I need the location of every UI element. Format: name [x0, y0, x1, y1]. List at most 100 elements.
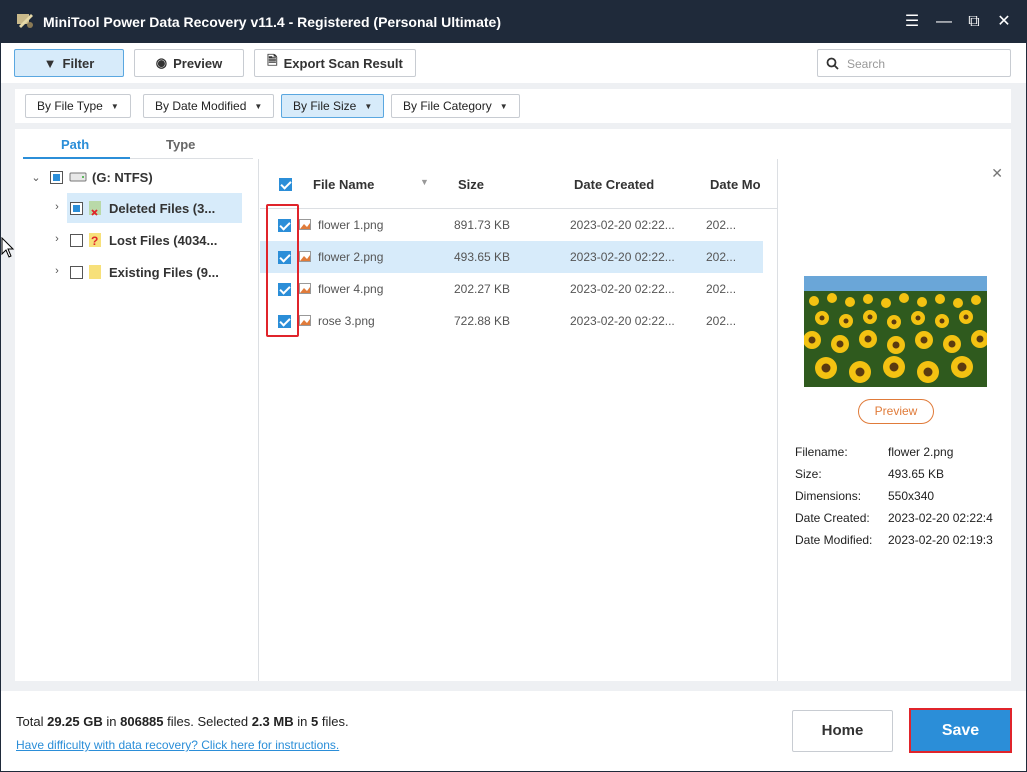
- file-date-created: 2023-02-20 02:22...: [570, 250, 675, 264]
- filter-button[interactable]: ▼ Filter: [14, 49, 124, 77]
- help-link[interactable]: Have difficulty with data recovery? Clic…: [16, 738, 339, 752]
- svg-text:?: ?: [91, 234, 98, 248]
- filter-by-file-type[interactable]: By File Type ▼: [25, 94, 131, 118]
- filter-by-date-modified-label: By Date Modified: [155, 99, 247, 113]
- preview-button[interactable]: Preview: [858, 399, 934, 424]
- selected-count: 5: [310, 714, 319, 729]
- close-preview-icon[interactable]: ✕: [991, 165, 1003, 182]
- home-button[interactable]: Home: [792, 710, 893, 752]
- preview-toolbar-label: Preview: [173, 55, 223, 71]
- image-file-icon: [299, 315, 311, 326]
- file-name: flower 1.png: [318, 218, 384, 232]
- summary-in: in: [106, 714, 117, 729]
- table-row[interactable]: flower 2.png 493.65 KB 2023-02-20 02:22.…: [260, 241, 763, 273]
- info-value: 2023-02-20 02:22:4: [888, 511, 993, 525]
- column-header-size[interactable]: Size: [458, 177, 484, 192]
- app-window: MiniTool Power Data Recovery v11.4 - Reg…: [0, 0, 1027, 772]
- info-date-modified: Date Modified: 2023-02-20 02:19:3: [795, 533, 993, 547]
- select-all-checkbox[interactable]: [279, 178, 292, 191]
- search-icon: [826, 57, 839, 70]
- minimize-icon[interactable]: —: [935, 13, 953, 31]
- column-header-date-modified[interactable]: Date Mo: [710, 177, 761, 192]
- selected-size: 2.3 MB: [251, 714, 294, 729]
- table-row[interactable]: rose 3.png 722.88 KB 2023-02-20 02:22...…: [260, 305, 763, 337]
- info-value: flower 2.png: [888, 445, 954, 459]
- table-row[interactable]: flower 1.png 891.73 KB 2023-02-20 02:22.…: [260, 209, 763, 241]
- filter-button-label: Filter: [62, 55, 95, 71]
- info-size: Size: 493.65 KB: [795, 467, 944, 481]
- filter-by-file-category[interactable]: By File Category ▼: [391, 94, 520, 118]
- close-icon[interactable]: ✕: [995, 13, 1013, 31]
- total-files: 806885: [120, 714, 164, 729]
- eye-icon: ◉: [155, 55, 168, 70]
- summary-total-prefix: Total: [16, 714, 44, 729]
- info-filename: Filename: flower 2.png: [795, 445, 953, 459]
- tab-path[interactable]: Path: [61, 137, 89, 152]
- filter-by-date-modified[interactable]: By Date Modified ▼: [143, 94, 275, 118]
- export-icon: 🗎: [267, 53, 278, 68]
- tree-item-drive[interactable]: ⌄ (G: NTFS): [23, 162, 251, 192]
- chevron-down-icon[interactable]: ⌄: [29, 171, 43, 184]
- file-name: flower 4.png: [318, 282, 384, 296]
- info-dimensions: Dimensions: 550x340: [795, 489, 934, 503]
- app-logo-icon: [17, 14, 33, 28]
- tree-checkbox[interactable]: [70, 233, 83, 247]
- file-date-modified: 202...: [706, 250, 737, 264]
- panel-divider: [777, 159, 778, 681]
- file-date-modified: 202...: [706, 282, 737, 296]
- info-label: Dimensions:: [795, 489, 862, 503]
- tree-checkbox[interactable]: [70, 265, 83, 279]
- tab-type[interactable]: Type: [166, 137, 195, 152]
- search-input[interactable]: Search: [817, 49, 1011, 77]
- image-file-icon: [299, 251, 311, 262]
- chevron-right-icon[interactable]: ›: [50, 201, 64, 213]
- file-list: File Name ▼ Size Date Created Date Mo fl…: [260, 159, 777, 681]
- table-row[interactable]: flower 4.png 202.27 KB 2023-02-20 02:22.…: [260, 273, 763, 305]
- summary-in-2: in: [297, 714, 308, 729]
- file-date-created: 2023-02-20 02:22...: [570, 282, 675, 296]
- total-size: 29.25 GB: [47, 714, 103, 729]
- column-header-file-name[interactable]: File Name: [313, 177, 374, 192]
- preview-panel: ✕ Preview Filename: flower 2.png Size: 4…: [779, 159, 1011, 681]
- funnel-icon: ▼: [43, 55, 57, 71]
- search-placeholder: Search: [847, 57, 886, 71]
- summary-files-suffix: files.: [321, 714, 349, 729]
- info-date-created: Date Created: 2023-02-20 02:22:4: [795, 511, 993, 525]
- annotation-highlight-box: [266, 204, 299, 337]
- chevron-right-icon[interactable]: ›: [50, 265, 64, 277]
- preview-toolbar-button[interactable]: ◉ Preview: [134, 49, 244, 77]
- tree-item-label: (G: NTFS): [92, 169, 153, 185]
- mouse-cursor-icon: [1, 237, 15, 258]
- file-size: 722.88 KB: [454, 314, 511, 328]
- info-value: 550x340: [888, 489, 935, 503]
- filter-by-file-size[interactable]: By File Size ▼: [281, 94, 385, 118]
- tree-item-label: Existing Files (9...: [109, 264, 219, 280]
- info-label: Size:: [795, 467, 822, 481]
- tab-underline: [23, 157, 130, 159]
- filter-by-file-size-label: By File Size: [293, 99, 357, 113]
- file-size: 493.65 KB: [454, 250, 511, 264]
- tree-item-existing-files[interactable]: Existing Files (9...: [67, 257, 242, 287]
- tree-item-label: Lost Files (4034...: [109, 232, 218, 248]
- restore-icon[interactable]: ⧉: [965, 13, 983, 31]
- chevron-right-icon[interactable]: ›: [50, 233, 64, 245]
- tree-checkbox[interactable]: [50, 170, 63, 184]
- file-size: 891.73 KB: [454, 218, 511, 232]
- tree-item-lost-files[interactable]: ? Lost Files (4034...: [67, 225, 242, 255]
- summary-selected-text: files. Selected: [167, 714, 249, 729]
- tree-checkbox[interactable]: [70, 201, 83, 215]
- filter-by-file-type-label: By File Type: [37, 99, 103, 113]
- title-bar: MiniTool Power Data Recovery v11.4 - Reg…: [1, 1, 1026, 43]
- export-scan-result-button[interactable]: 🗎 Export Scan Result: [254, 49, 416, 77]
- sort-desc-icon[interactable]: ▼: [420, 177, 429, 187]
- panel-divider: [258, 159, 259, 681]
- tree-item-deleted-files[interactable]: Deleted Files (3...: [67, 193, 242, 223]
- chevron-down-icon: ▼: [499, 101, 508, 111]
- toolbar: ▼ Filter ◉ Preview 🗎 Export Scan Result …: [1, 43, 1026, 83]
- save-button[interactable]: Save: [909, 708, 1012, 753]
- column-header-date-created[interactable]: Date Created: [574, 177, 654, 192]
- image-file-icon: [299, 219, 311, 230]
- export-label: Export Scan Result: [283, 55, 403, 71]
- menu-icon[interactable]: ☰: [903, 13, 921, 31]
- footer: Total 29.25 GB in 806885 files. Selected…: [1, 691, 1026, 771]
